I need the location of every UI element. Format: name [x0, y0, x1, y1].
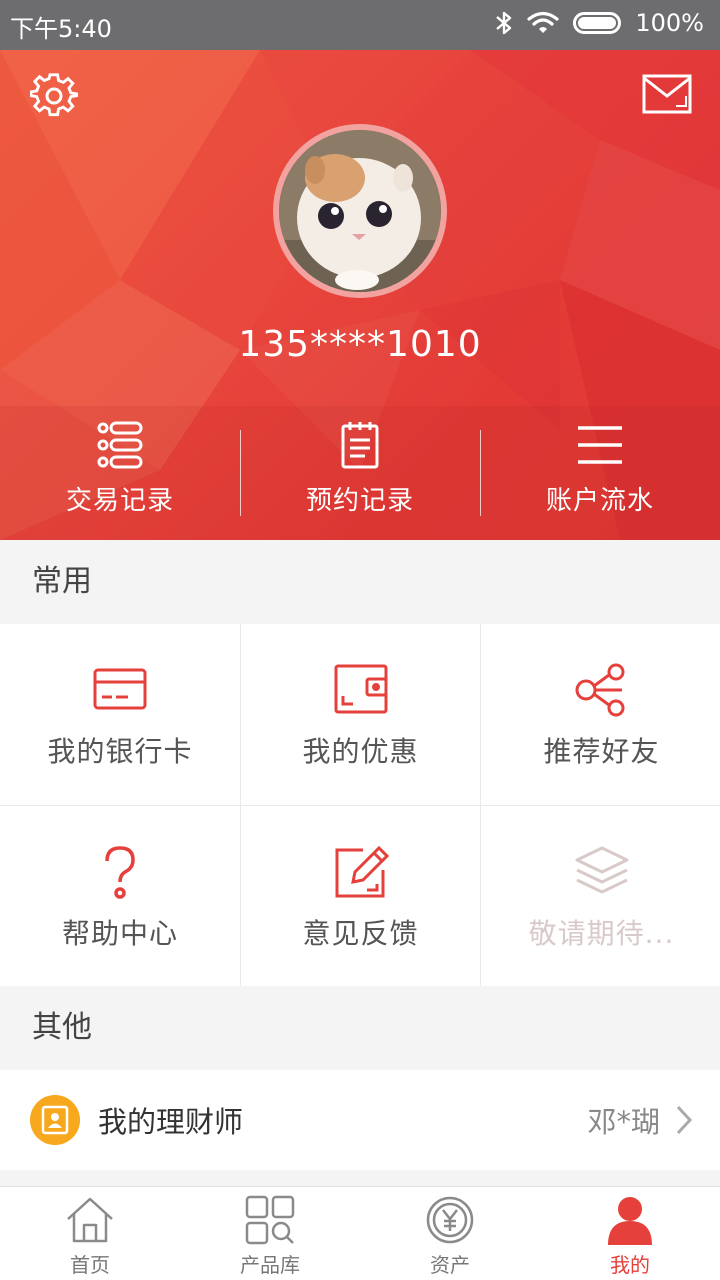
menu-item-feedback[interactable]: 意见反馈 — [241, 806, 480, 987]
status-indicators: 100% — [495, 9, 704, 37]
user-icon — [608, 1197, 652, 1245]
yuan-coin-icon — [426, 1196, 474, 1244]
battery-percent: 100% — [635, 9, 704, 37]
tab-label: 产品库 — [240, 1253, 300, 1277]
menu-item-coming-soon: 敬请期待... — [481, 806, 720, 987]
section-title-common: 常用 — [0, 540, 720, 624]
quick-action-reservations[interactable]: 预约记录 — [240, 406, 480, 540]
product-grid-icon — [245, 1195, 295, 1245]
wifi-icon — [527, 11, 559, 33]
tab-home[interactable]: 首页 — [0, 1187, 180, 1280]
bluetooth-icon — [496, 11, 512, 35]
wallet-icon — [334, 664, 387, 714]
list-dots-icon — [97, 421, 143, 469]
notepad-icon — [341, 422, 379, 469]
cat-avatar — [279, 130, 441, 292]
menu-item-label: 我的优惠 — [302, 735, 419, 768]
bottom-tab-bar: 首页 产品库 资产 我的 — [0, 1186, 720, 1280]
quick-action-label: 交易记录 — [65, 486, 174, 516]
gear-icon[interactable] — [30, 72, 78, 120]
menu-item-coupons[interactable]: 我的优惠 — [241, 624, 480, 805]
menu-item-label: 我的银行卡 — [47, 735, 193, 768]
menu-item-refer-friends[interactable]: 推荐好友 — [481, 624, 720, 805]
quick-action-label: 账户流水 — [545, 486, 654, 516]
menu-item-label: 帮助中心 — [61, 917, 178, 950]
quick-actions-bar: 交易记录 预约记录 账户流水 — [0, 406, 720, 540]
battery-icon — [573, 12, 622, 34]
mail-icon[interactable] — [642, 74, 692, 114]
question-icon — [105, 846, 135, 899]
menu-item-label: 敬请期待... — [528, 917, 675, 950]
advisor-label: 我的理财师 — [98, 1105, 244, 1139]
status-time: 下午5:40 — [10, 15, 112, 43]
menu-item-help-center[interactable]: 帮助中心 — [0, 806, 240, 987]
menu-item-label: 意见反馈 — [302, 917, 419, 950]
advisor-name: 邓*瑚 — [587, 1105, 660, 1139]
edit-icon — [335, 845, 389, 898]
menu-item-label: 推荐好友 — [543, 735, 660, 768]
user-phone-number: 135****1010 — [238, 324, 482, 365]
section-title-other: 其他 — [0, 986, 720, 1070]
profile-header: 135****1010 交易记录 预约记录 账户流水 — [0, 50, 720, 540]
tab-assets[interactable]: 资产 — [360, 1187, 540, 1280]
common-features-grid: 我的银行卡 我的优惠 推荐好友 帮助中心 意见反馈 敬请期待... — [0, 624, 720, 987]
tab-label: 资产 — [430, 1253, 470, 1277]
tab-products[interactable]: 产品库 — [180, 1187, 360, 1280]
home-icon — [67, 1197, 113, 1243]
menu-lines-icon — [578, 426, 622, 464]
tab-mine[interactable]: 我的 — [540, 1187, 720, 1280]
menu-item-bank-card[interactable]: 我的银行卡 — [0, 624, 240, 805]
advisor-badge-icon — [30, 1095, 80, 1145]
my-advisor-row[interactable]: 我的理财师 邓*瑚 — [0, 1070, 720, 1170]
quick-action-transactions[interactable]: 交易记录 — [0, 406, 240, 540]
status-bar: 下午5:40 100% — [0, 0, 720, 50]
avatar[interactable] — [273, 124, 447, 298]
tab-label: 首页 — [70, 1253, 110, 1277]
quick-action-account-flow[interactable]: 账户流水 — [480, 406, 720, 540]
share-icon — [575, 663, 624, 717]
layers-icon — [575, 846, 628, 894]
app-screen: 下午5:40 100% 135****1010 交易记录 预约记录 账户流水 常… — [0, 0, 720, 1280]
bank-card-icon — [93, 668, 147, 710]
tab-label: 我的 — [610, 1253, 650, 1277]
quick-action-label: 预约记录 — [305, 486, 414, 516]
chevron-right-icon — [676, 1105, 693, 1135]
